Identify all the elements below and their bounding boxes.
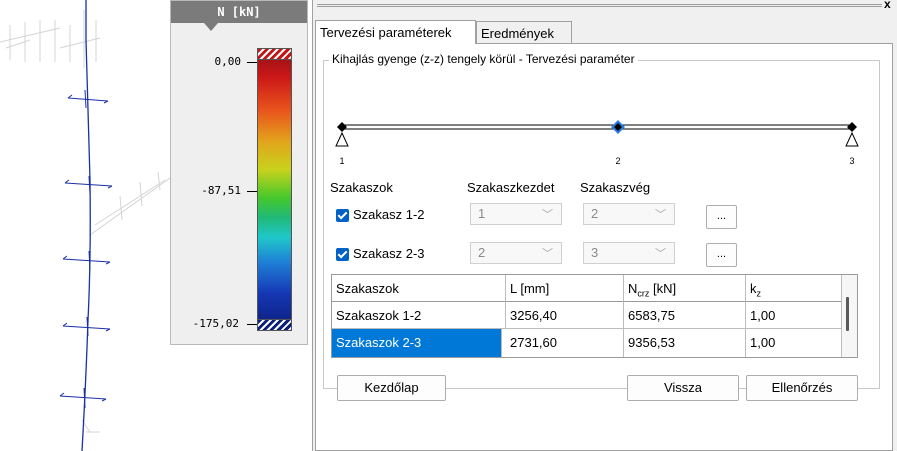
- support-3-icon: [845, 131, 859, 147]
- legend-min-value: -175,02: [192, 317, 239, 330]
- buckling-table[interactable]: Szakaszok L [mm] Ncrz [kN] kz Szakaszok …: [331, 274, 858, 358]
- model-view[interactable]: [0, 0, 170, 451]
- chevron-down-icon: ﹀: [655, 248, 666, 260]
- group-title: Kihajlás gyenge (z-z) tengely körül - Te…: [329, 52, 638, 66]
- col-header-ncrz-main: N: [628, 281, 638, 296]
- section-2-3-end-select[interactable]: 3 ﹀: [583, 242, 675, 264]
- table-scrollbar[interactable]: [842, 275, 857, 357]
- table-cell-selected[interactable]: Szakaszok 2-3: [332, 329, 502, 357]
- section-2-3-checkbox[interactable]: [336, 248, 349, 261]
- node-3-marker[interactable]: [847, 122, 857, 132]
- section-2-3-end-value: 3: [591, 245, 599, 260]
- chevron-down-icon: ﹀: [542, 209, 553, 221]
- col-header-ncrz[interactable]: Ncrz [kN]: [624, 275, 746, 302]
- dialog-title-bar: [317, 4, 882, 7]
- chevron-down-icon: ﹀: [655, 209, 666, 221]
- section-end-header: Szakaszvég: [580, 180, 651, 195]
- check-button[interactable]: Ellenőrzés: [746, 375, 858, 401]
- col-header-kz[interactable]: kz: [746, 275, 842, 302]
- beam-drawing: 1 2 3: [335, 120, 859, 166]
- section-1-2-start-select[interactable]: 1 ﹀: [470, 203, 562, 225]
- table-cell[interactable]: 1,00: [746, 302, 842, 329]
- table-cell[interactable]: 6583,75: [624, 302, 746, 329]
- legend-hatch-max: [257, 48, 292, 60]
- tab-results[interactable]: Eredmények: [476, 21, 572, 44]
- legend-hatch-min: [257, 319, 292, 331]
- home-button[interactable]: Kezdőlap: [337, 375, 446, 401]
- node-label-3: 3: [849, 156, 854, 166]
- sections-header: Szakaszok: [330, 180, 393, 195]
- node-label-2: 2: [615, 156, 620, 166]
- col-header-length[interactable]: L [mm]: [506, 275, 624, 302]
- section-1-2-more-button[interactable]: ...: [706, 205, 737, 229]
- legend-pointer: [204, 23, 218, 31]
- col-header-kz-sub: z: [756, 288, 762, 299]
- legend-title: N [kN]: [171, 1, 307, 23]
- table-cell[interactable]: 1,00: [746, 329, 842, 357]
- close-icon[interactable]: x: [884, 0, 891, 11]
- tab-design-parameters[interactable]: Tervezési paraméterek: [315, 20, 476, 44]
- section-1-2-label: Szakasz 1-2: [353, 207, 425, 222]
- section-1-2-start-value: 1: [478, 206, 486, 221]
- node-1-marker[interactable]: [337, 122, 347, 132]
- legend-tick-mid: [247, 191, 257, 192]
- section-2-3-start-value: 2: [478, 245, 486, 260]
- legend-max-value: 0,00: [214, 55, 242, 68]
- legend-tick-min: [247, 324, 257, 325]
- support-1-icon: [335, 131, 349, 147]
- section-start-header: Szakaszkezdet: [467, 180, 555, 195]
- chevron-down-icon: ﹀: [542, 248, 553, 260]
- member-column[interactable]: [81, 0, 91, 451]
- table-scroll-thumb[interactable]: [846, 297, 849, 331]
- legend-color-bar: [257, 48, 292, 331]
- legend-mid-value: -87,51: [201, 184, 241, 197]
- section-2-3-more-button[interactable]: ...: [706, 243, 737, 267]
- table-cell[interactable]: 3256,40: [506, 302, 624, 329]
- beam-diagram: 1 2 3: [330, 82, 866, 172]
- node-label-1: 1: [339, 156, 344, 166]
- section-1-2-end-select[interactable]: 2 ﹀: [583, 203, 675, 225]
- table-cell[interactable]: 2731,60: [506, 329, 624, 357]
- table-cell[interactable]: Szakaszok 1-2: [332, 302, 506, 329]
- background-structure: [0, 10, 170, 433]
- section-1-2-end-value: 2: [591, 206, 599, 221]
- legend-tick-max: [247, 62, 257, 63]
- color-legend: N [kN] 0,00 -87,51 -175,02: [170, 0, 308, 345]
- back-button[interactable]: Vissza: [627, 375, 739, 401]
- col-header-ncrz-sub: crz: [637, 288, 650, 299]
- section-1-2-checkbox[interactable]: [336, 209, 349, 222]
- col-header-sections[interactable]: Szakaszok: [332, 275, 506, 302]
- section-2-3-label: Szakasz 2-3: [353, 246, 425, 261]
- col-header-ncrz-unit: [kN]: [649, 281, 677, 296]
- table-cell[interactable]: 9356,53: [624, 329, 746, 357]
- section-2-3-start-select[interactable]: 2 ﹀: [470, 242, 562, 264]
